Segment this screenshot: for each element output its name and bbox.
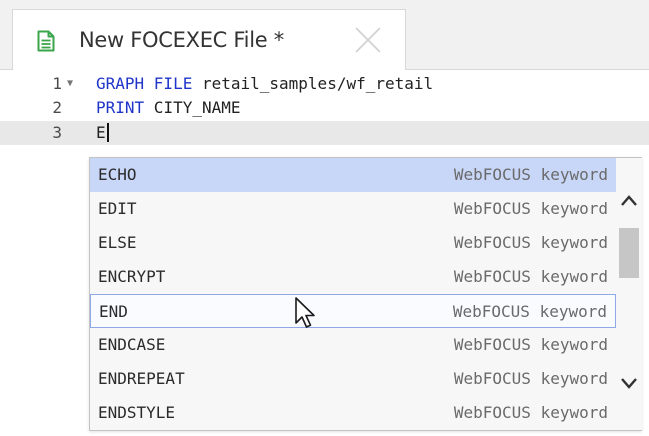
- autocomplete-item-desc: WebFOCUS keyword: [453, 267, 608, 286]
- autocomplete-item-desc: WebFOCUS keyword: [453, 199, 608, 218]
- code-line-active[interactable]: 3 E: [0, 121, 649, 145]
- keyword-token: PRINT: [96, 98, 145, 117]
- code-rest: E: [96, 123, 106, 142]
- autocomplete-item-desc: WebFOCUS keyword: [453, 335, 608, 354]
- tab-new-focexec-file[interactable]: New FOCEXEC File *: [12, 9, 406, 71]
- code-text: PRINT CITY_NAME: [96, 96, 241, 120]
- text-cursor: [106, 123, 109, 142]
- autocomplete-item-name: END: [99, 302, 128, 321]
- autocomplete-item[interactable]: ENDREPEAT WebFOCUS keyword: [90, 362, 616, 396]
- code-line[interactable]: 1 ▼ GRAPH FILE retail_samples/wf_retail: [0, 72, 649, 96]
- fold-arrow-icon[interactable]: ▼: [67, 72, 73, 96]
- keyword-token: GRAPH FILE: [96, 74, 193, 93]
- autocomplete-item[interactable]: EDIT WebFOCUS keyword: [90, 192, 616, 226]
- code-rest: retail_samples/wf_retail: [192, 74, 434, 93]
- code-text: GRAPH FILE retail_samples/wf_retail: [96, 72, 433, 96]
- code-text: E: [96, 121, 109, 145]
- autocomplete-item-desc: WebFOCUS keyword: [453, 233, 608, 252]
- tab-bar: New FOCEXEC File *: [0, 0, 649, 71]
- autocomplete-item[interactable]: ECHO WebFOCUS keyword: [90, 158, 616, 192]
- autocomplete-item-desc: WebFOCUS keyword: [453, 369, 608, 388]
- autocomplete-item[interactable]: ELSE WebFOCUS keyword: [90, 226, 616, 260]
- autocomplete-item-name: ECHO: [98, 165, 137, 184]
- autocomplete-popup: ECHO WebFOCUS keyword EDIT WebFOCUS keyword…: [89, 157, 642, 431]
- autocomplete-item[interactable]: ENDSTYLE WebFOCUS keyword: [90, 396, 616, 430]
- autocomplete-item-desc: WebFOCUS keyword: [452, 302, 607, 321]
- autocomplete-item[interactable]: ENDCASE WebFOCUS keyword: [90, 328, 616, 362]
- autocomplete-item[interactable]: END WebFOCUS keyword: [90, 294, 616, 328]
- close-icon[interactable]: [351, 23, 385, 57]
- document-icon: [37, 30, 55, 56]
- autocomplete-item-desc: WebFOCUS keyword: [453, 403, 608, 422]
- code-line[interactable]: 2 PRINT CITY_NAME: [0, 96, 649, 120]
- autocomplete-item[interactable]: ENCRYPT WebFOCUS keyword: [90, 260, 616, 294]
- autocomplete-item-name: ENDSTYLE: [98, 403, 176, 422]
- chevron-down-icon[interactable]: [620, 374, 638, 392]
- line-number: 2: [52, 98, 62, 117]
- chevron-up-icon[interactable]: [620, 192, 638, 210]
- mouse-pointer-icon: [294, 296, 318, 332]
- scrollbar-thumb[interactable]: [619, 228, 639, 278]
- autocomplete-item-name: ENDCASE: [98, 335, 166, 354]
- autocomplete-item-name: ENDREPEAT: [98, 369, 185, 388]
- scrollbar[interactable]: [616, 158, 642, 430]
- line-number: 3: [52, 123, 62, 142]
- tab-title: New FOCEXEC File *: [79, 28, 284, 52]
- line-number: 1: [52, 74, 62, 93]
- autocomplete-item-name: EDIT: [98, 199, 137, 218]
- autocomplete-item-desc: WebFOCUS keyword: [453, 165, 608, 184]
- code-rest: CITY_NAME: [144, 98, 241, 117]
- autocomplete-item-name: ELSE: [98, 233, 137, 252]
- autocomplete-item-name: ENCRYPT: [98, 267, 166, 286]
